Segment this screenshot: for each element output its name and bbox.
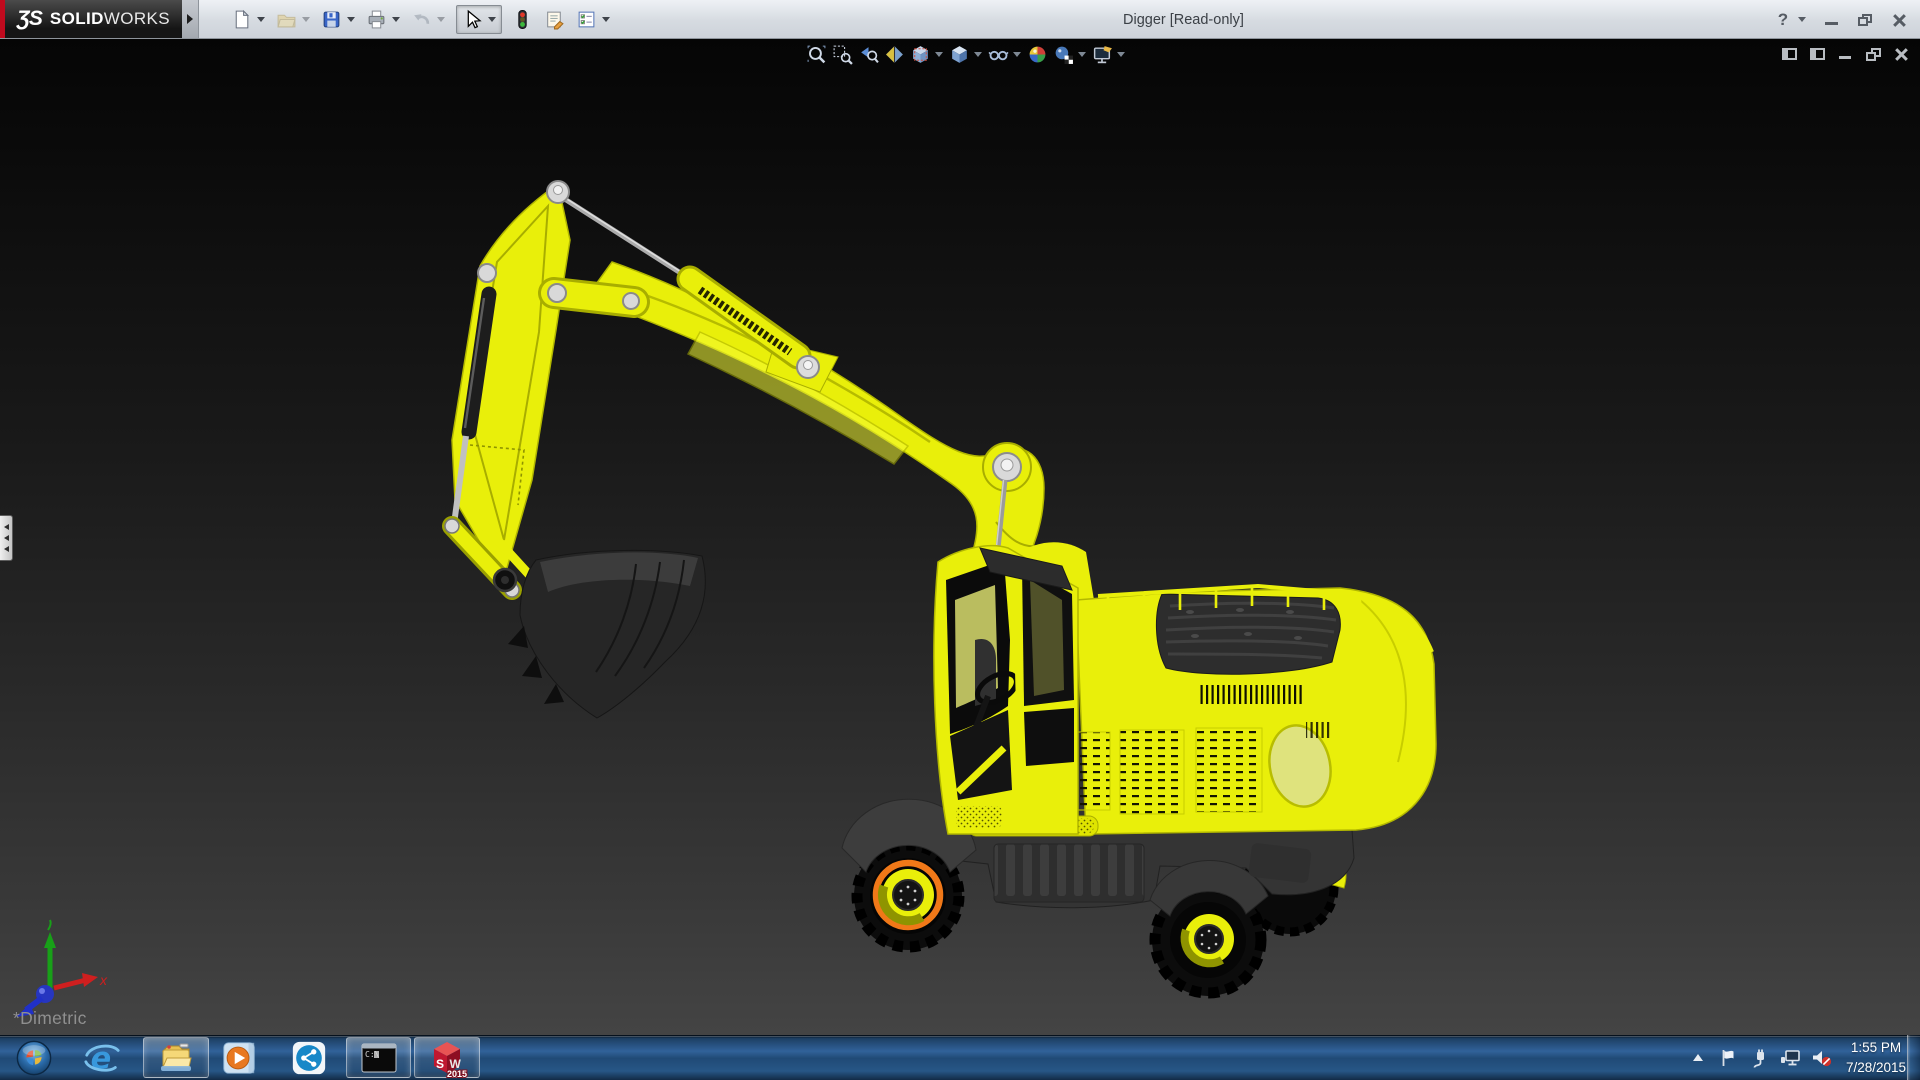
- menu-arrow-icon: [187, 14, 194, 24]
- minimize-button[interactable]: [1822, 11, 1840, 29]
- new-document-icon: [235, 9, 250, 28]
- file-properties-button[interactable]: [540, 7, 569, 32]
- flag-icon: [1722, 1049, 1734, 1066]
- vent-slats: [1198, 685, 1302, 704]
- new-dropdown[interactable]: [257, 16, 266, 22]
- start-button[interactable]: [8, 1037, 60, 1078]
- close-icon: [1892, 13, 1906, 27]
- undo-dropdown[interactable]: [437, 16, 446, 22]
- volume-button[interactable]: [1811, 1047, 1833, 1069]
- open-dropdown[interactable]: [302, 16, 311, 22]
- up-arrow-icon: [1692, 1054, 1703, 1061]
- action-center-button[interactable]: [1718, 1047, 1740, 1069]
- elbow-link[interactable]: [538, 277, 650, 318]
- sw-year-badge: 2015: [447, 1069, 467, 1079]
- door-window: [1024, 708, 1074, 766]
- view-orientation-label: *Dimetric: [13, 1008, 87, 1028]
- folder-icon: [161, 1043, 192, 1071]
- power-button[interactable]: [1749, 1047, 1771, 1069]
- window-controls: ?: [1774, 0, 1908, 39]
- show-hidden-icons-button[interactable]: [1687, 1047, 1709, 1069]
- volume-muted-icon: [1812, 1050, 1832, 1066]
- share-icon: [292, 1041, 326, 1074]
- orientation-triad[interactable]: x: [16, 919, 108, 1017]
- network-icon: [1780, 1049, 1800, 1065]
- traffic-light-icon: [518, 9, 527, 29]
- power-plug-icon: [1753, 1049, 1764, 1068]
- taskbar-media-player[interactable]: [213, 1037, 265, 1078]
- taskbar-solidworks[interactable]: S W 2015: [414, 1037, 480, 1079]
- taskbar: e C:\ S W 2015 1:55 PM 7/28/2015: [0, 1035, 1920, 1080]
- windows-start-icon: [16, 1040, 52, 1075]
- restore-button[interactable]: [1856, 11, 1874, 29]
- undo-arrow-icon: [414, 13, 430, 24]
- svg-text:S: S: [436, 1057, 444, 1071]
- graphics-viewport[interactable]: x *Dimetric: [0, 39, 1920, 1035]
- undo-button[interactable]: [407, 7, 449, 32]
- save-floppy-icon: [323, 11, 340, 27]
- titlebar: ƷS SOLIDWORKS Digger [Read-only] ?: [0, 0, 1920, 39]
- boom-arm[interactable]: [558, 193, 1045, 581]
- corner-grille: [1306, 722, 1332, 738]
- help-button[interactable]: ?: [1774, 10, 1792, 29]
- select-tool-button[interactable]: [456, 4, 503, 34]
- taskbar-sharing-app[interactable]: [283, 1037, 335, 1078]
- media-player-icon: [223, 1041, 255, 1074]
- open-button[interactable]: [272, 7, 314, 32]
- help-dropdown-icon[interactable]: [1798, 17, 1806, 22]
- expand-menu-button[interactable]: [182, 0, 200, 38]
- 3ds-logo-mark: ƷS: [17, 7, 43, 30]
- select-cursor-icon: [467, 9, 482, 29]
- taskbar-windows-explorer[interactable]: [143, 1037, 209, 1078]
- open-folder-icon: [277, 14, 296, 27]
- taskbar-command-prompt[interactable]: C:\: [346, 1037, 411, 1078]
- select-dropdown[interactable]: [488, 16, 497, 22]
- options-button[interactable]: [572, 7, 614, 32]
- options-list-icon: [578, 11, 595, 27]
- brand-name: SOLIDWORKS: [49, 9, 171, 28]
- show-desktop-button[interactable]: [1907, 1035, 1920, 1080]
- print-dropdown[interactable]: [392, 16, 401, 22]
- solidworks-logo: ƷS SOLIDWORKS: [0, 0, 183, 38]
- system-tray: 1:55 PM 7/28/2015: [1687, 1035, 1906, 1080]
- print-icon: [368, 10, 385, 28]
- restore-icon: [1858, 13, 1872, 26]
- taskbar-clock[interactable]: 1:55 PM 7/28/2015: [1846, 1038, 1906, 1077]
- rebuild-button[interactable]: [508, 7, 537, 32]
- clock-date: 7/28/2015: [1845, 1059, 1906, 1075]
- window-title: Digger [Read-only]: [1123, 11, 1244, 28]
- save-button[interactable]: [317, 7, 359, 32]
- command-prompt-icon: C:\: [361, 1043, 396, 1072]
- solidworks-2015-icon: S W 2015: [434, 1041, 468, 1079]
- network-button[interactable]: [1780, 1047, 1802, 1069]
- cab[interactable]: [933, 544, 1079, 835]
- triad-x-label: x: [99, 972, 108, 988]
- dipper-arm[interactable]: [442, 180, 571, 600]
- side-grilles: [1057, 727, 1263, 815]
- clock-time: 1:55 PM: [1850, 1039, 1902, 1055]
- print-button[interactable]: [362, 7, 404, 32]
- main-toolbar: [199, 0, 617, 38]
- options-dropdown[interactable]: [602, 16, 611, 22]
- internet-explorer-icon: e: [84, 1041, 120, 1076]
- save-dropdown[interactable]: [347, 16, 356, 22]
- new-document-button[interactable]: [227, 7, 269, 32]
- minimize-icon: [1824, 22, 1838, 25]
- close-button[interactable]: [1890, 11, 1908, 29]
- excavator-model[interactable]: x: [0, 39, 1920, 1035]
- taskbar-internet-explorer[interactable]: e: [76, 1037, 128, 1078]
- file-properties-icon: [547, 11, 564, 29]
